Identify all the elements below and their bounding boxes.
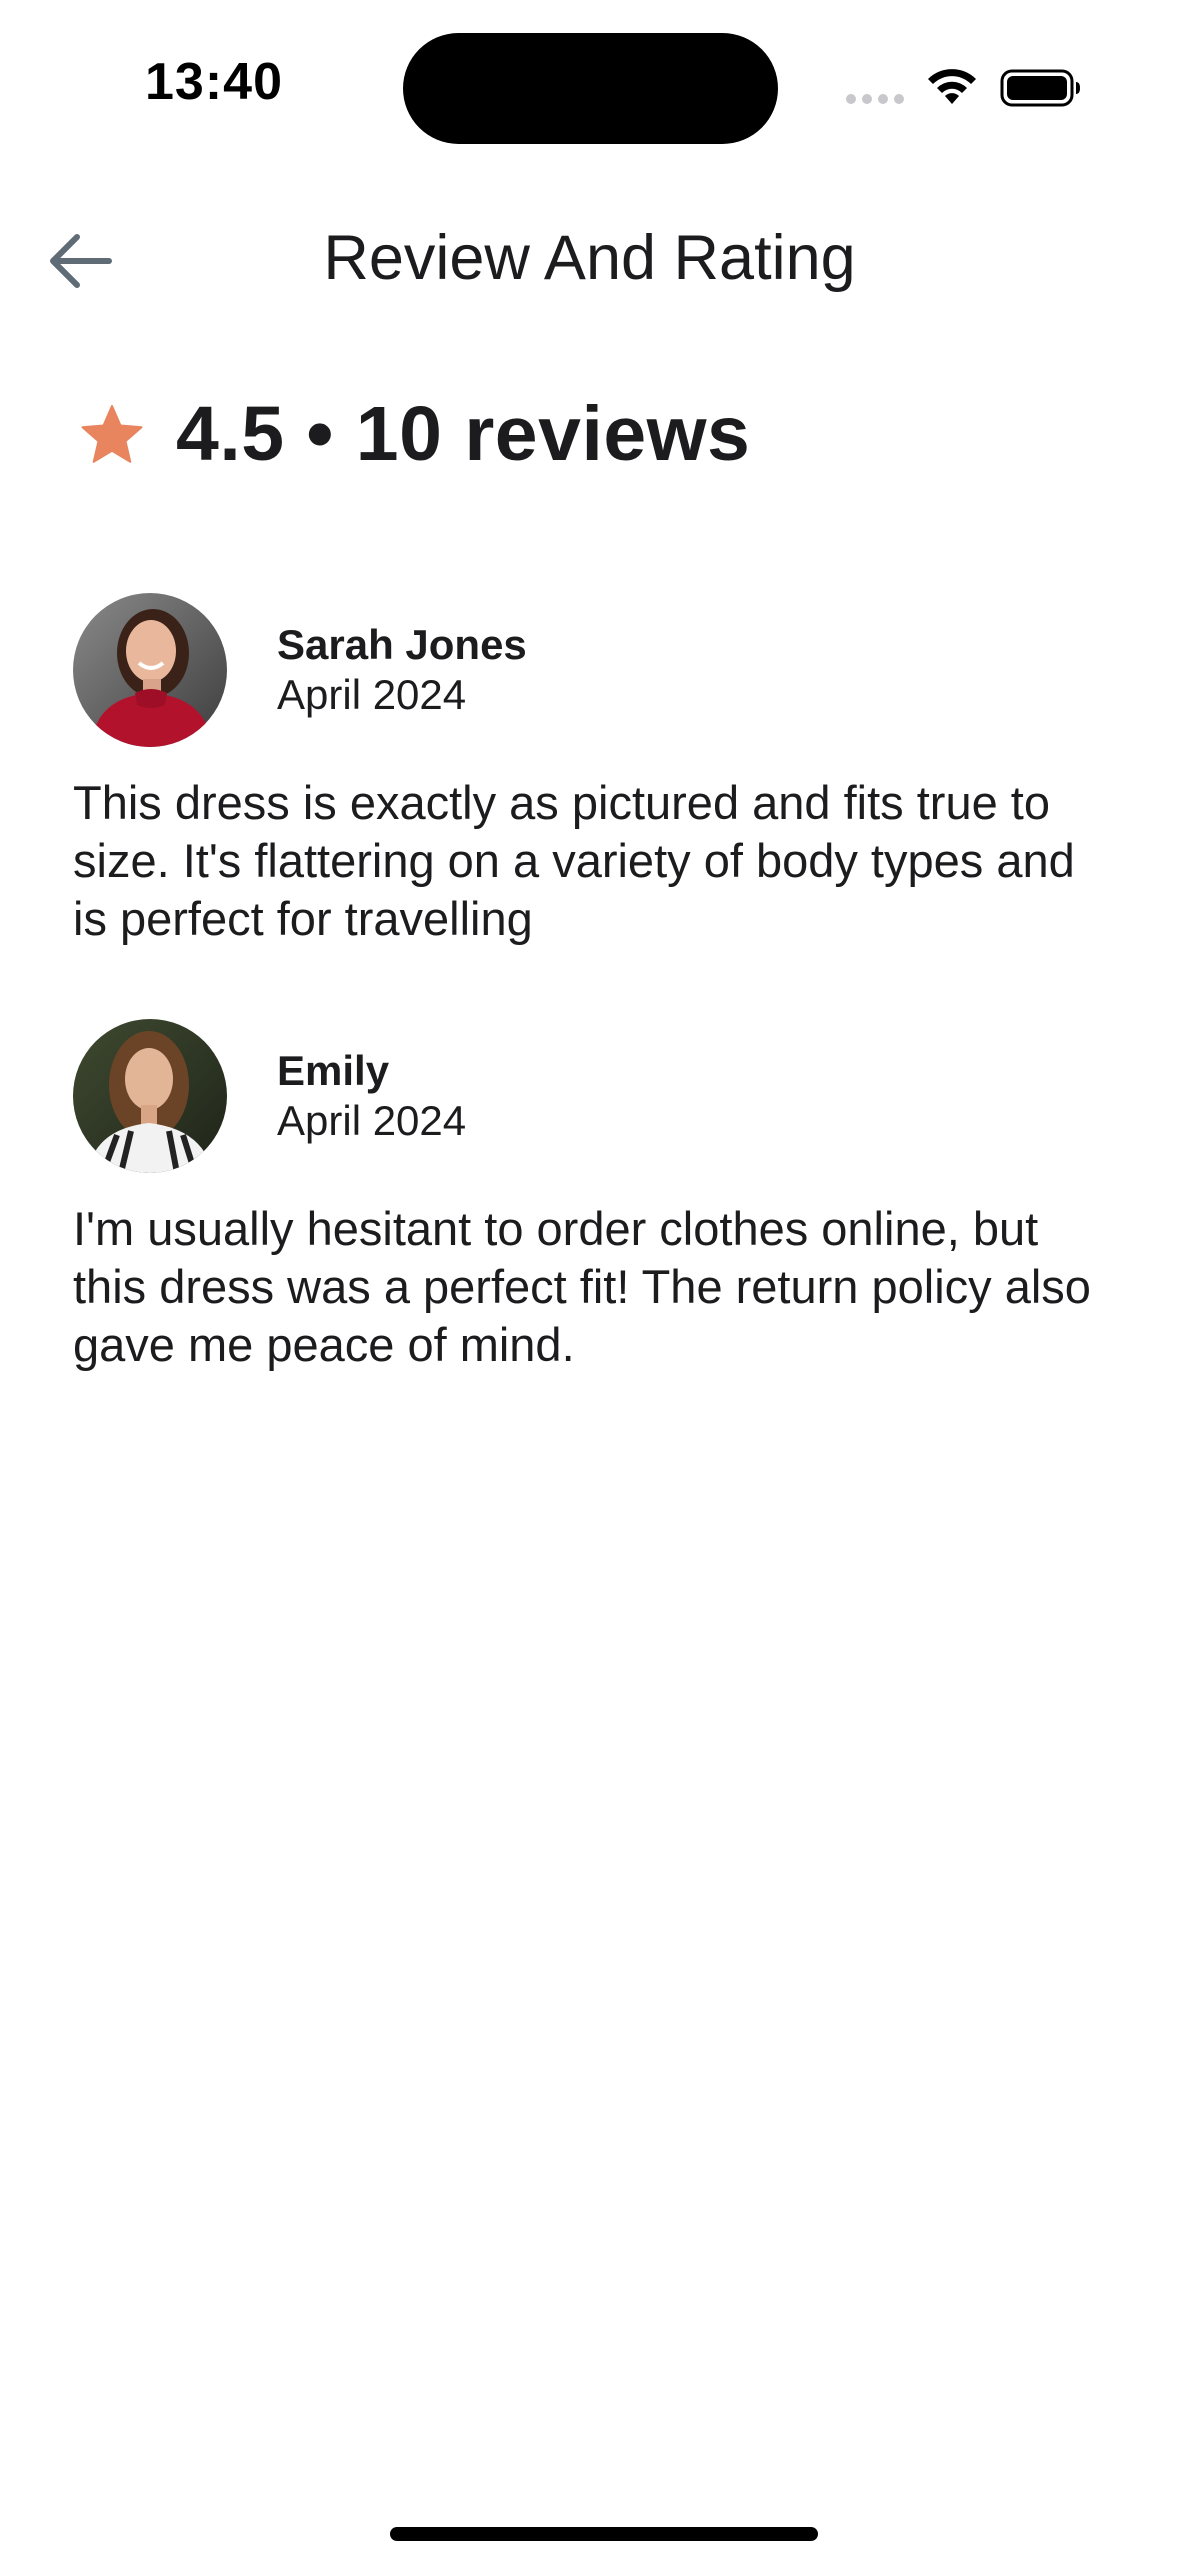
review-date: April 2024	[277, 671, 467, 718]
avatar	[73, 593, 227, 747]
status-bar: 13:40	[0, 0, 1179, 160]
reviewer-info: Sarah Jones April 2024	[277, 620, 527, 720]
star-icon	[81, 404, 143, 463]
page-title: Review And Rating	[323, 223, 856, 293]
review-card: Emily April 2024 I'm usually hesitant to…	[73, 1018, 1113, 1374]
rating-summary-text: 4.5 • 10 reviews	[176, 391, 751, 477]
reviewer-info: Emily April 2024	[277, 1046, 466, 1146]
wifi-icon	[928, 69, 976, 104]
review-card: Sarah Jones April 2024 This dress is exa…	[73, 592, 1113, 948]
dynamic-island	[403, 33, 778, 144]
review-text: I'm usually hesitant to order clothes on…	[73, 1202, 1091, 1371]
rating-summary: 4.5 • 10 reviews	[80, 390, 750, 479]
home-indicator[interactable]	[390, 2527, 818, 2541]
cellular-signal-icon	[846, 94, 904, 104]
battery-icon	[1000, 69, 1080, 107]
reviewer-name: Sarah Jones	[277, 621, 527, 668]
review-header: Emily April 2024	[73, 1018, 1113, 1174]
reviewer-name: Emily	[277, 1047, 390, 1094]
status-time: 13:40	[145, 53, 283, 111]
review-header: Sarah Jones April 2024	[73, 592, 1113, 748]
review-text: This dress is exactly as pictured and fi…	[73, 776, 1075, 945]
header: Review And Rating	[0, 200, 1179, 320]
avatar	[73, 1019, 227, 1173]
review-date: April 2024	[277, 1097, 467, 1144]
